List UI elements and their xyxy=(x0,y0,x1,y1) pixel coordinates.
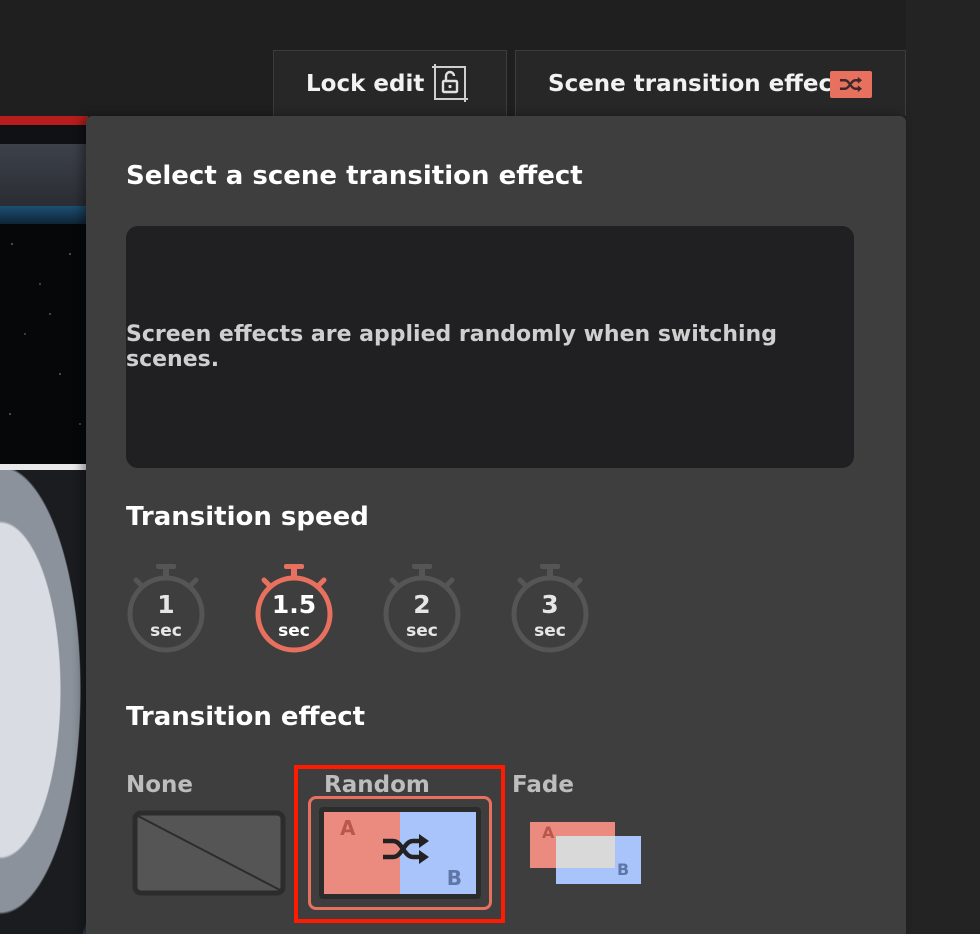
speed-value: 1.5 xyxy=(271,590,317,619)
unlock-icon xyxy=(432,64,468,102)
scene-b-letter: B xyxy=(446,866,462,890)
fade-letter-a: A xyxy=(542,823,555,842)
preview-robot-image xyxy=(0,470,88,934)
effect-label-none: None xyxy=(126,772,194,798)
scene-transition-button[interactable]: Scene transition effect xyxy=(515,50,906,116)
effect-description-box: Screen effects are applied randomly when… xyxy=(126,226,854,468)
speed-option-1[interactable]: 1 sec xyxy=(124,560,208,656)
popup-title: Select a scene transition effect xyxy=(126,161,583,191)
effect-title: Transition effect xyxy=(126,702,366,732)
effect-description: Screen effects are applied randomly when… xyxy=(126,322,777,372)
speed-value: 2 xyxy=(413,590,431,619)
lock-edit-button[interactable]: Lock edit xyxy=(273,50,507,116)
speed-unit: sec xyxy=(278,621,310,641)
shuffle-icon xyxy=(830,71,872,98)
speed-option-3[interactable]: 3 sec xyxy=(508,560,592,656)
lock-edit-label: Lock edit xyxy=(306,70,425,97)
speed-option-1-5[interactable]: 1.5 sec xyxy=(252,560,336,656)
shuffle-icon xyxy=(383,834,429,864)
speed-value: 1 xyxy=(157,590,175,619)
speed-value: 3 xyxy=(541,590,559,619)
preview-red-bar xyxy=(0,116,88,125)
speed-unit: sec xyxy=(406,621,438,641)
preview-starfield xyxy=(0,224,88,464)
random-preview: A B xyxy=(319,807,481,899)
transition-popup: Select a scene transition effect Screen … xyxy=(86,116,906,934)
speed-unit: sec xyxy=(534,621,566,641)
speed-unit: sec xyxy=(150,621,182,641)
scene-preview xyxy=(0,116,88,934)
speed-option-2[interactable]: 2 sec xyxy=(380,560,464,656)
fade-overlap xyxy=(556,836,615,868)
speed-title: Transition speed xyxy=(126,502,369,532)
preview-blue-bar xyxy=(0,206,88,224)
background-strip xyxy=(906,0,980,934)
effect-label-fade: Fade xyxy=(512,772,574,798)
effect-fade-thumbnail[interactable]: A B xyxy=(530,822,642,884)
scene-a-letter: A xyxy=(340,816,356,840)
effect-random-thumbnail[interactable]: A B xyxy=(308,796,492,910)
effect-label-random: Random xyxy=(324,772,430,798)
fade-letter-b: B xyxy=(617,860,630,879)
scene-transition-label: Scene transition effect xyxy=(548,70,844,97)
effect-none-thumbnail[interactable] xyxy=(132,810,286,896)
preview-header-bar xyxy=(0,144,88,206)
